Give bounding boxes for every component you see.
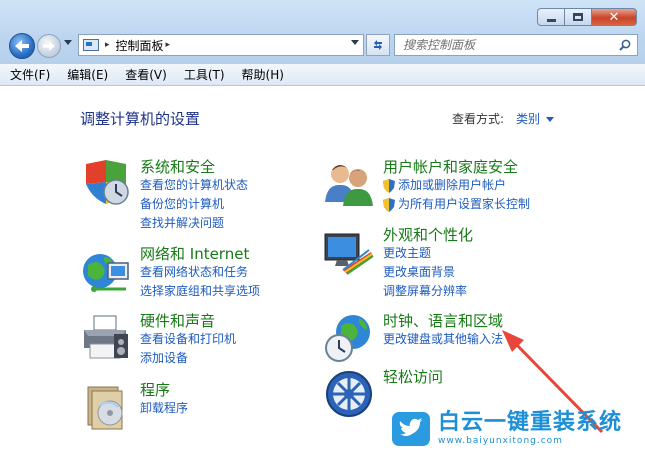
uac-shield-icon — [383, 178, 395, 193]
page-title: 调整计算机的设置 — [80, 110, 201, 128]
category-title[interactable]: 外观和个性化 — [383, 226, 603, 244]
breadcrumb-separator[interactable]: ▸ — [166, 40, 171, 50]
category-title[interactable]: 轻松访问 — [383, 368, 603, 386]
arrow-left-icon — [15, 40, 29, 52]
menu-file[interactable]: 文件(F) — [10, 66, 50, 83]
network-globe-icon[interactable] — [80, 245, 132, 297]
link-screen-resolution[interactable]: 调整屏幕分辨率 — [383, 282, 603, 301]
category-title[interactable]: 用户帐户和家庭安全 — [383, 158, 603, 176]
address-bar[interactable]: ▸ 控制面板 ▸ — [78, 34, 364, 56]
shield-flag-icon[interactable] — [80, 158, 132, 210]
chevron-down-icon — [64, 40, 72, 45]
maximize-button[interactable] — [564, 8, 591, 26]
link-label[interactable]: 添加或删除用户帐户 — [398, 176, 506, 195]
category-programs: 程序 卸载程序 — [80, 381, 320, 431]
menu-edit[interactable]: 编辑(E) — [67, 66, 108, 83]
menu-view[interactable]: 查看(V) — [125, 66, 167, 83]
programs-icon[interactable] — [80, 381, 132, 433]
view-by: 查看方式: 类别 — [452, 110, 555, 127]
link-change-keyboard-input[interactable]: 更改键盘或其他输入法 — [383, 330, 603, 349]
clock-globe-icon[interactable] — [323, 312, 375, 364]
monitor-palette-icon[interactable] — [323, 226, 375, 278]
arrow-right-icon — [43, 41, 55, 51]
chevron-down-icon[interactable] — [546, 117, 555, 122]
category-network-internet: 网络和 Internet 查看网络状态和任务 选择家庭组和共享选项 — [80, 245, 320, 305]
ease-of-access-icon[interactable] — [323, 368, 375, 420]
category-body: 时钟、语言和区域 更改键盘或其他输入法 — [383, 312, 603, 349]
watermark-text: 白云一键重装系统 www.baiyunxitong.com — [438, 409, 623, 447]
refresh-button[interactable] — [366, 34, 390, 56]
twitter-bird-icon — [392, 411, 430, 446]
category-appearance: 外观和个性化 更改主题 更改桌面背景 调整屏幕分辨率 — [323, 226, 583, 306]
printer-icon[interactable] — [80, 312, 132, 364]
menu-tools[interactable]: 工具(T) — [184, 66, 225, 83]
category-body: 用户帐户和家庭安全 添加或删除用户帐户 为所有用户设置家长控制 — [383, 158, 603, 214]
refresh-icon — [374, 40, 382, 50]
close-button[interactable]: ✕ — [591, 8, 637, 26]
window-chrome: ✕ ▸ 控制面板 ▸ — [0, 0, 645, 64]
minimize-icon — [546, 18, 556, 22]
watermark-url: www.baiyunxitong.com — [438, 435, 563, 446]
search-input[interactable] — [403, 38, 603, 52]
category-hardware-sound: 硬件和声音 查看设备和打印机 添加设备 — [80, 312, 320, 372]
recent-pages-dropdown[interactable] — [64, 39, 74, 49]
breadcrumb-control-panel[interactable]: 控制面板 — [116, 37, 164, 54]
window-controls: ✕ — [537, 8, 637, 26]
forward-button[interactable] — [37, 34, 61, 58]
category-body: 外观和个性化 更改主题 更改桌面背景 调整屏幕分辨率 — [383, 226, 603, 301]
watermark: 白云一键重装系统 www.baiyunxitong.com — [392, 405, 642, 452]
category-title[interactable]: 时钟、语言和区域 — [383, 312, 603, 330]
link-label[interactable]: 为所有用户设置家长控制 — [398, 195, 530, 214]
search-box[interactable] — [394, 34, 638, 56]
view-by-label: 查看方式: — [452, 112, 505, 126]
breadcrumb-separator[interactable]: ▸ — [105, 40, 110, 50]
category-body: 轻松访问 — [383, 368, 603, 386]
link-add-remove-accounts[interactable]: 添加或删除用户帐户 — [383, 176, 603, 195]
close-icon: ✕ — [608, 9, 620, 25]
search-icon[interactable] — [619, 39, 631, 51]
link-change-background[interactable]: 更改桌面背景 — [383, 263, 603, 282]
back-button[interactable] — [9, 33, 35, 59]
chevron-down-icon — [351, 40, 359, 45]
menu-bar: 文件(F) 编辑(E) 查看(V) 工具(T) 帮助(H) — [0, 64, 645, 86]
link-parental-controls[interactable]: 为所有用户设置家长控制 — [383, 195, 603, 214]
category-clock-language-region: 时钟、语言和区域 更改键盘或其他输入法 — [323, 312, 583, 372]
minimize-button[interactable] — [537, 8, 564, 26]
category-system-security: 系统和安全 查看您的计算机状态 备份您的计算机 查找并解决问题 — [80, 158, 320, 238]
menu-help[interactable]: 帮助(H) — [242, 66, 284, 83]
users-icon[interactable] — [323, 158, 375, 210]
link-change-theme[interactable]: 更改主题 — [383, 244, 603, 263]
maximize-icon — [573, 13, 583, 21]
uac-shield-icon — [383, 197, 395, 212]
watermark-brand: 白云一键重装系统 — [438, 409, 623, 435]
category-user-accounts: 用户帐户和家庭安全 添加或删除用户帐户 为所有用户设置家长控制 — [323, 158, 583, 218]
view-by-dropdown[interactable]: 类别 — [516, 110, 540, 127]
address-dropdown[interactable] — [351, 39, 359, 49]
control-panel-icon — [83, 39, 99, 51]
